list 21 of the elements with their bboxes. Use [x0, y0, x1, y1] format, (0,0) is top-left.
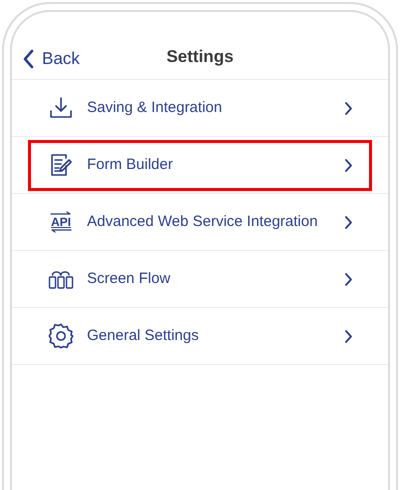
settings-item[interactable]: API Advanced Web Service Integration — [28, 196, 372, 248]
item-label: Form Builder — [87, 154, 174, 175]
chevron-right-icon — [344, 328, 353, 344]
settings-item[interactable]: Saving & Integration — [28, 82, 372, 134]
back-button[interactable]: Back — [22, 46, 80, 72]
chevron-right-icon — [344, 100, 353, 116]
page-title: Settings — [166, 46, 234, 68]
download-icon — [48, 95, 74, 121]
item-label: Advanced Web Service Integration — [87, 212, 319, 232]
item-label: General Settings — [87, 326, 200, 346]
back-chevron-icon — [22, 48, 34, 69]
settings-item[interactable]: Form Builder — [28, 140, 372, 190]
settings-item[interactable]: General Settings — [28, 310, 372, 362]
settings-item[interactable]: Screen Flow — [28, 254, 372, 304]
chevron-right-icon — [344, 214, 353, 230]
form-edit-icon — [48, 152, 74, 178]
chevron-right-icon — [344, 158, 353, 172]
settings-icon — [47, 322, 75, 350]
chevron-right-icon — [344, 272, 353, 286]
item-label: Saving & Integration — [87, 98, 224, 118]
item-label: Screen Flow — [87, 268, 172, 289]
